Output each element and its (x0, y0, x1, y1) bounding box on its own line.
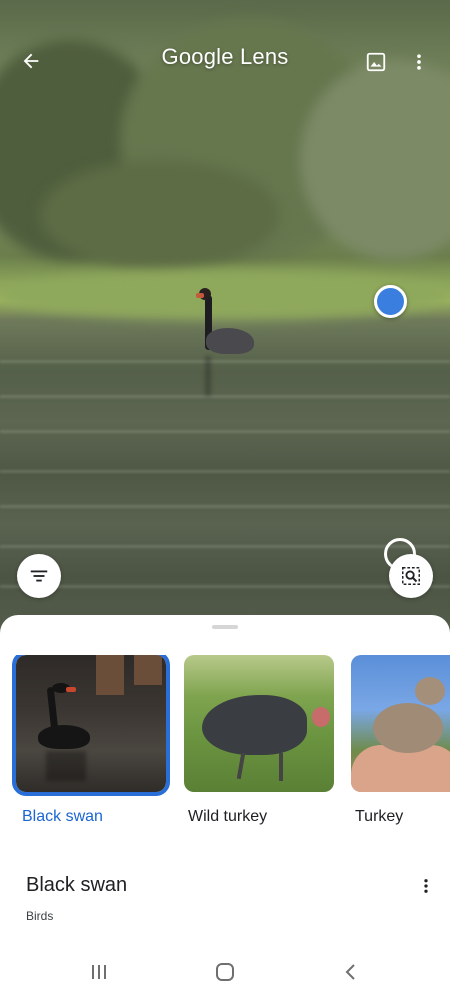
gallery-button[interactable] (360, 46, 392, 78)
filter-button[interactable] (17, 554, 61, 598)
results-carousel[interactable]: Black swan Wild turkey Turkey (0, 655, 450, 835)
search-region-button[interactable] (389, 554, 433, 598)
more-vert-icon (424, 879, 428, 893)
more-options-button[interactable] (404, 46, 434, 78)
image-icon (366, 52, 386, 72)
home-button[interactable] (210, 959, 240, 985)
system-navigation-bar (0, 945, 450, 1000)
image-search-icon (402, 567, 420, 585)
chevron-left-icon (345, 964, 355, 980)
result-thumbnail[interactable] (12, 655, 170, 796)
result-label[interactable]: Wild turkey (188, 808, 267, 826)
result-more-button[interactable] (415, 875, 437, 897)
swan-reflection (205, 356, 211, 396)
recents-button[interactable] (84, 959, 114, 985)
result-label[interactable]: Turkey (355, 808, 403, 826)
result-card-black-swan[interactable]: Black swan (12, 655, 170, 825)
home-icon (216, 963, 234, 981)
result-thumbnail[interactable] (351, 655, 450, 792)
more-vert-icon (417, 54, 421, 70)
back-nav-button[interactable] (336, 959, 366, 985)
object-point-marker[interactable] (374, 285, 407, 318)
result-info: Black swan Birds (26, 874, 127, 923)
result-title: Black swan (26, 874, 128, 896)
results-sheet[interactable]: Black swan Wild turkey Turkey Black swan… (0, 615, 450, 1000)
recents-icon (92, 965, 106, 979)
top-bar: Google Lens (0, 0, 450, 120)
filter-list-icon (30, 570, 48, 582)
result-card-wild-turkey[interactable]: Wild turkey (184, 655, 334, 825)
result-label[interactable]: Black swan (22, 808, 103, 826)
swan-beak (196, 293, 204, 298)
swan-body (206, 328, 254, 354)
result-category: Birds (26, 909, 54, 923)
result-thumbnail[interactable] (184, 655, 334, 792)
result-card-turkey[interactable]: Turkey (351, 655, 450, 825)
sheet-drag-handle[interactable] (212, 625, 238, 629)
